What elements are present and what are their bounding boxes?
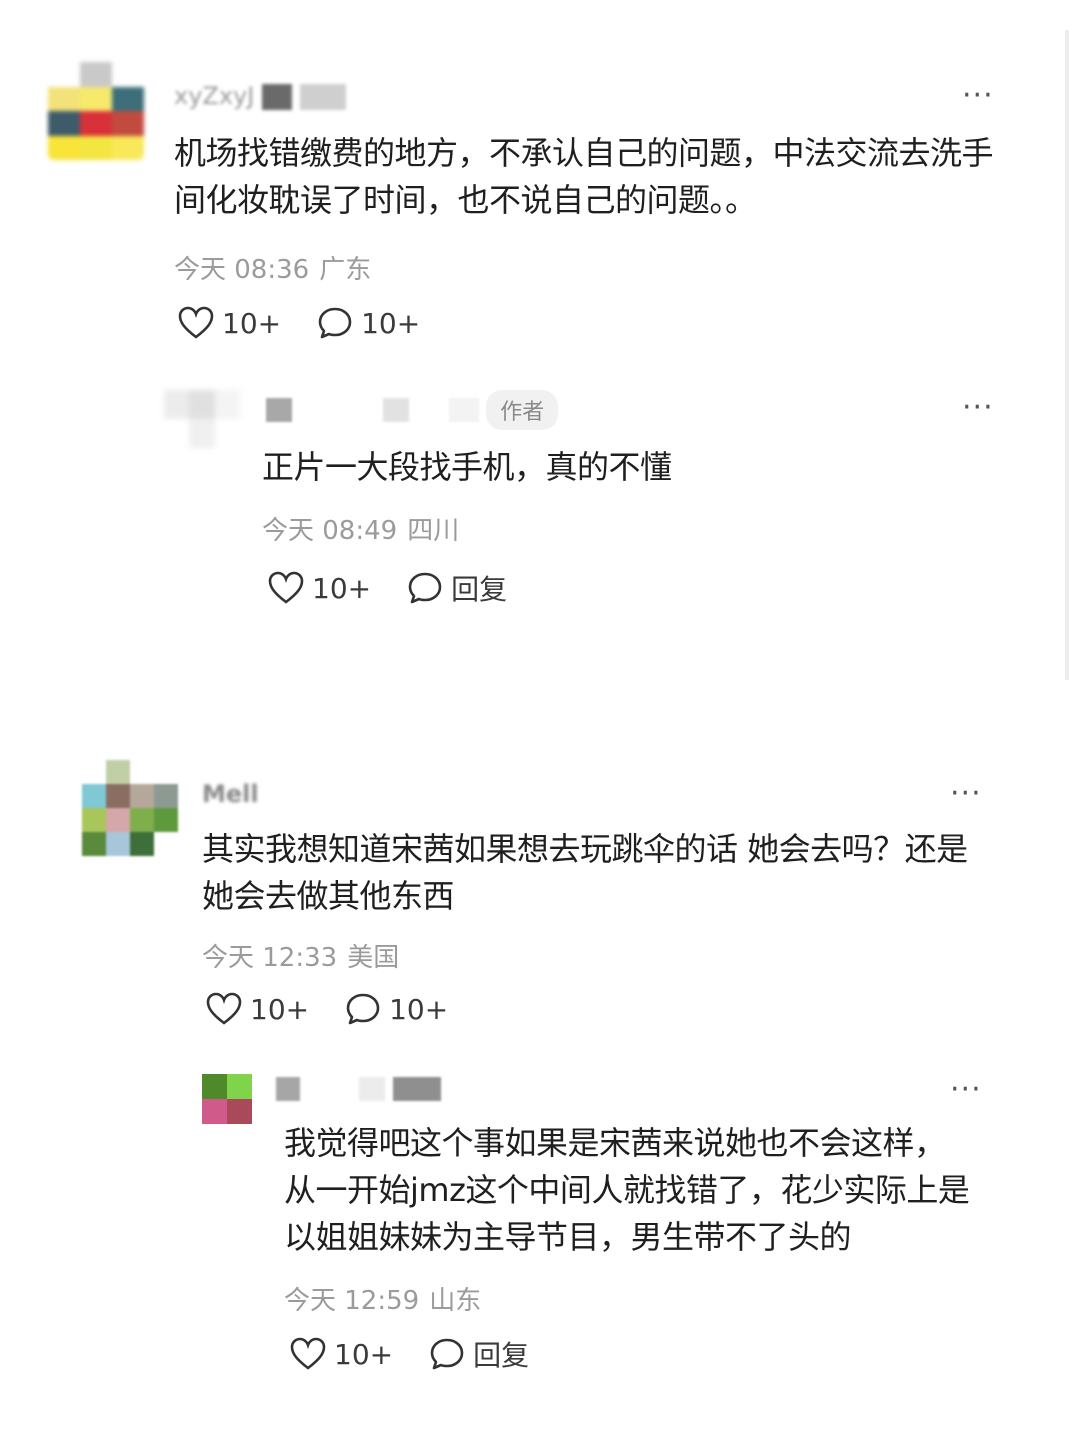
location: 山东 — [429, 1286, 482, 1316]
comment-text: 我觉得吧这个事如果是宋茜来说她也不会这样，从一开始jmz这个中间人就找错了，花少… — [284, 1124, 970, 1256]
comment-actions: 10+ 10+ — [206, 992, 484, 1026]
timestamp: 今天 12:33 — [202, 943, 338, 973]
avatar-pixel — [82, 808, 106, 832]
comment-item: xyZxyJ ··· 机场找错缴费的地方，不承认自己的问题，中法交流去洗手间化妆… — [0, 0, 1080, 360]
comment-meta: 今天 08:36 广东 — [174, 249, 381, 286]
avatar-pixel — [112, 62, 144, 87]
avatar-pixel — [112, 111, 144, 136]
more-options-button[interactable]: ··· — [950, 1075, 982, 1105]
reply-item: 作者 ··· 正片一大段找手机，真的不懂 今天 08:49 四川 10+ 回复 — [0, 360, 1080, 660]
avatar-pixel — [202, 1099, 227, 1124]
avatar-pixel — [80, 62, 112, 87]
avatar-pixel — [106, 832, 130, 856]
heart-icon — [268, 571, 304, 604]
comment-meta: 今天 12:59 山东 — [284, 1280, 491, 1317]
reply-label: 回复 — [473, 1339, 530, 1372]
avatar-pixel — [106, 784, 130, 808]
avatar-pixel — [80, 111, 112, 136]
avatar-pixel — [106, 808, 130, 832]
username[interactable]: 作者 — [266, 390, 559, 430]
like-count: 10+ — [312, 571, 372, 605]
username[interactable] — [276, 1074, 441, 1102]
comment-item: Mell ··· 其实我想知道宋茜如果想去玩跳伞的话 她会去吗？还是她会去做其他… — [0, 740, 1080, 1050]
more-options-button[interactable]: ··· — [962, 81, 994, 111]
avatar-pixel — [112, 135, 144, 160]
comment-bubble-icon — [430, 1338, 464, 1370]
reply-count: 10+ — [389, 992, 449, 1026]
location: 广东 — [319, 255, 372, 285]
avatar-pixel — [48, 86, 80, 111]
avatar-pixel — [154, 832, 178, 856]
comment-text: 其实我想知道宋茜如果想去玩跳伞的话 她会去吗？还是她会去做其他东西 — [202, 830, 968, 915]
avatar[interactable] — [82, 760, 178, 856]
like-button[interactable]: 10+ — [268, 571, 371, 605]
comment-meta: 今天 08:49 四川 — [262, 510, 469, 547]
like-count: 10+ — [334, 1337, 394, 1371]
reply-button[interactable]: 10+ — [345, 992, 448, 1026]
comment-actions: 10+ 回复 — [290, 1334, 565, 1374]
heart-icon — [290, 1337, 326, 1370]
avatar-pixel — [154, 784, 178, 808]
comment-actions: 10+ 10+ — [178, 306, 456, 340]
avatar-pixel — [202, 1074, 227, 1099]
comment-text: 正片一大段找手机，真的不懂 — [262, 448, 672, 486]
avatar-pixel — [82, 760, 106, 784]
reply-item: ··· 我觉得吧这个事如果是宋茜来说她也不会这样，从一开始jmz这个中间人就找错… — [0, 1060, 1080, 1400]
more-options-button[interactable]: ··· — [962, 393, 994, 423]
username[interactable]: xyZxyJ — [174, 82, 346, 110]
comment-actions: 10+ 回复 — [268, 568, 543, 608]
avatar[interactable] — [202, 1074, 252, 1124]
like-count: 10+ — [222, 306, 282, 340]
avatar[interactable] — [48, 62, 144, 160]
more-options-button[interactable]: ··· — [950, 779, 982, 809]
comment-bubble-icon — [346, 993, 380, 1025]
reply-button[interactable]: 回复 — [429, 1334, 529, 1374]
like-button[interactable]: 10+ — [178, 306, 281, 340]
avatar-pixel — [154, 760, 178, 784]
heart-icon — [178, 306, 214, 339]
avatar-pixel — [48, 111, 80, 136]
reply-count: 10+ — [361, 306, 421, 340]
timestamp: 今天 08:49 — [262, 516, 398, 546]
timestamp: 今天 08:36 — [174, 255, 310, 285]
heart-icon — [206, 992, 242, 1025]
location: 四川 — [407, 516, 460, 546]
avatar-pixel — [80, 86, 112, 111]
avatar-pixel — [154, 808, 178, 832]
reply-label: 回复 — [451, 573, 508, 606]
like-count: 10+ — [250, 992, 310, 1026]
avatar-pixel — [48, 62, 80, 87]
comment-bubble-icon — [318, 307, 352, 339]
avatar-pixel — [82, 784, 106, 808]
avatar[interactable] — [164, 390, 240, 448]
comment-meta: 今天 12:33 美国 — [202, 937, 409, 974]
avatar-pixel — [48, 135, 80, 160]
comment-text: 机场找错缴费的地方，不承认自己的问题，中法交流去洗手间化妆耽误了时间，也不说自己… — [174, 134, 994, 219]
username[interactable]: Mell — [202, 780, 259, 808]
reply-button[interactable]: 10+ — [317, 306, 420, 340]
timestamp: 今天 12:59 — [284, 1286, 420, 1316]
avatar-pixel — [112, 86, 144, 111]
like-button[interactable]: 10+ — [290, 1337, 393, 1371]
avatar-pixel — [130, 784, 154, 808]
avatar-pixel — [130, 808, 154, 832]
avatar-pixel — [227, 1074, 252, 1099]
avatar-pixel — [82, 832, 106, 856]
location: 美国 — [347, 943, 400, 973]
comment-bubble-icon — [408, 572, 442, 604]
avatar-pixel — [80, 135, 112, 160]
avatar-pixel — [106, 760, 130, 784]
like-button[interactable]: 10+ — [206, 992, 309, 1026]
avatar-pixel — [130, 760, 154, 784]
avatar-pixel — [227, 1099, 252, 1124]
avatar-pixel — [130, 832, 154, 856]
author-badge: 作者 — [486, 390, 559, 430]
reply-button[interactable]: 回复 — [407, 568, 507, 608]
